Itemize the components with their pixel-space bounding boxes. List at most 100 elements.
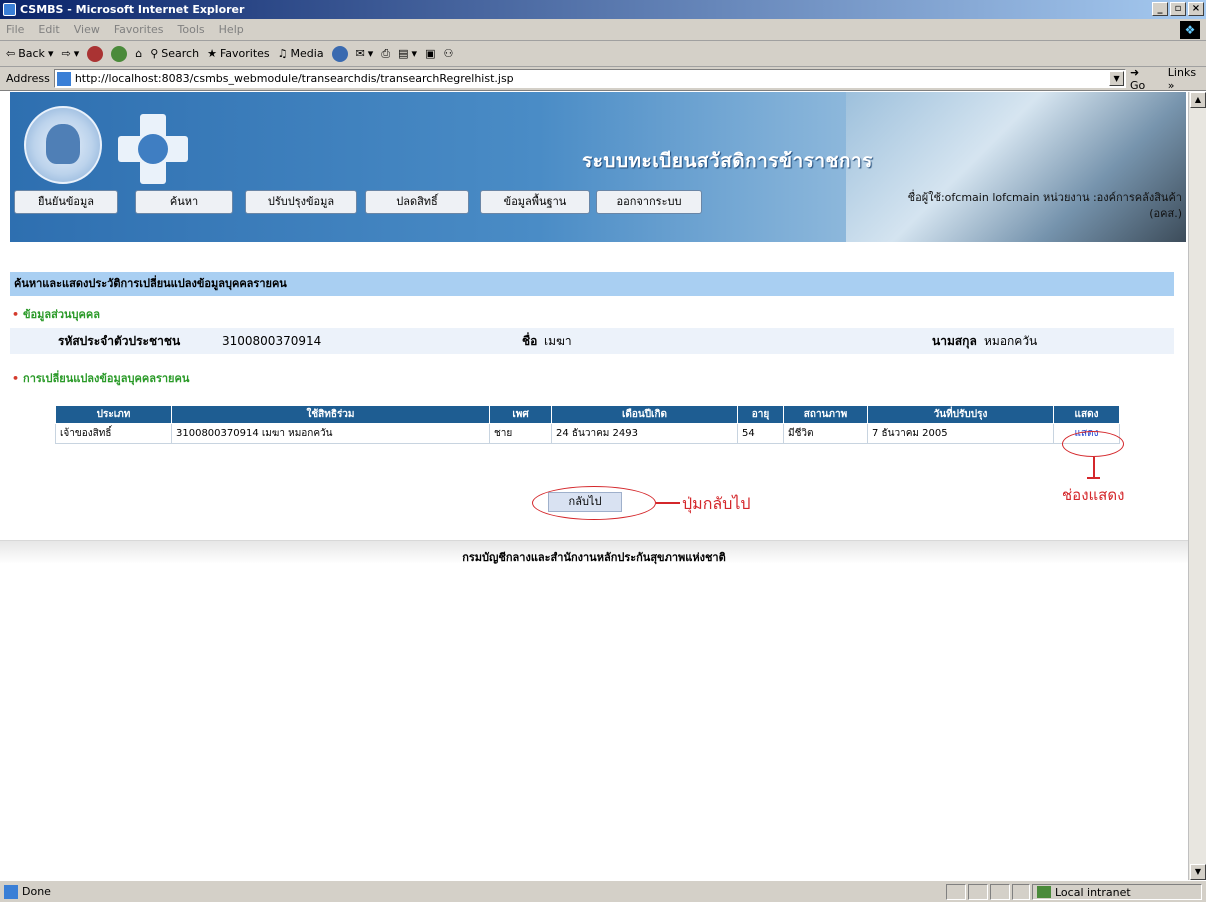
menu-favorites[interactable]: Favorites [114, 23, 164, 36]
nav-update-data[interactable]: ปรับปรุงข้อมูล [245, 190, 357, 214]
col-updated-date: วันที่ปรับปรุง [867, 405, 1054, 424]
status-panel [946, 884, 966, 900]
messenger-icon: ⚇ [443, 47, 454, 60]
table-row: เจ้าของสิทธิ์ 3100800370914 เมฆา หมอกควั… [55, 423, 1120, 444]
scroll-up-icon[interactable]: ▲ [1190, 92, 1206, 108]
forward-button[interactable]: ⇨ ▾ [61, 47, 79, 60]
status-panel [1012, 884, 1030, 900]
first-name-value: เมฆา [544, 334, 572, 348]
ie-app-icon [3, 3, 16, 16]
status-panel [968, 884, 988, 900]
header-banner: ระบบทะเบียนสวัสดิการข้าราชการ ยืนยันข้อม… [10, 92, 1186, 242]
show-annotation-oval [1062, 431, 1124, 457]
address-url: http://localhost:8083/csmbs_webmodule/tr… [74, 72, 514, 85]
security-zone: Local intranet [1032, 884, 1202, 900]
refresh-icon [111, 45, 128, 62]
minimize-button[interactable]: _ [1152, 2, 1168, 16]
address-label: Address [6, 72, 50, 85]
browser-toolbar: ⇦ Back ▾ ⇨ ▾ ⌂ ⚲ Search ★ Favorites ♫ Media … [0, 41, 1206, 67]
history-icon [331, 45, 348, 62]
menu-tools[interactable]: Tools [178, 23, 205, 36]
links-button[interactable]: Links » [1168, 66, 1206, 92]
show-annotation-tick [1087, 477, 1100, 479]
menu-view[interactable]: View [74, 23, 100, 36]
maximize-button[interactable]: ▫ [1170, 2, 1186, 16]
government-seal-logo [24, 106, 102, 184]
main-nav: ยืนยันข้อมูล ค้นหา ปรับปรุงข้อมูล ปลดสิท… [10, 190, 1186, 234]
health-cross-logo [118, 114, 188, 184]
home-button[interactable]: ⌂ [135, 47, 142, 60]
show-annotation-label: ช่องแสดง [1062, 486, 1125, 504]
status-panel [990, 884, 1010, 900]
cell-birth-date: 24 ธันวาคม 2493 [551, 423, 738, 444]
cell-gender: ชาย [489, 423, 552, 444]
go-button[interactable]: ➜ Go [1130, 66, 1158, 92]
cell-updated-date: 7 ธันวาคม 2005 [867, 423, 1054, 444]
print-icon: ⎙ [381, 46, 391, 60]
col-gender: เพศ [489, 405, 552, 424]
back-annotation-line [656, 502, 680, 504]
stop-button[interactable] [87, 45, 104, 62]
status-bar: Done Local intranet [0, 880, 1206, 902]
discuss-icon: ▣ [425, 47, 436, 60]
favorites-button[interactable]: ★ Favorites [207, 47, 270, 60]
col-type: ประเภท [55, 405, 172, 424]
user-info-line2: (อคส.) [1149, 207, 1182, 220]
forward-arrow-icon: ⇨ [61, 47, 71, 60]
back-arrow-icon: ⇦ [6, 47, 16, 60]
section-title-bar: ค้นหาและแสดงประวัติการเปลี่ยนแปลงข้อมูลบ… [10, 272, 1174, 296]
cell-type: เจ้าของสิทธิ์ [55, 423, 172, 444]
history-button[interactable] [331, 45, 348, 62]
citizen-id-label: รหัสประจำตัวประชาชน [58, 334, 181, 348]
discuss-button[interactable]: ▣ [425, 47, 435, 60]
stop-icon [87, 45, 104, 62]
home-icon: ⌂ [135, 47, 143, 60]
citizen-id-value: 3100800370914 [222, 334, 322, 348]
nav-revoke-rights[interactable]: ปลดสิทธิ์ [365, 190, 469, 214]
close-button[interactable]: × [1188, 2, 1204, 16]
changes-heading: • การเปลี่ยนแปลงข้อมูลบุคคลรายคน [12, 372, 190, 385]
mail-button[interactable]: ✉ ▾ [356, 47, 374, 60]
status-text: Done [22, 885, 51, 898]
cell-age: 54 [737, 423, 784, 444]
nav-search[interactable]: ค้นหา [135, 190, 233, 214]
menu-bar: File Edit View Favorites Tools Help ❖ [0, 19, 1206, 41]
footer-text: กรมบัญชีกลางและสำนักงานหลักประกันสุขภาพแ… [462, 551, 726, 564]
bullet-icon: • [12, 372, 20, 385]
media-button[interactable]: ♫ Media [278, 47, 324, 60]
menu-file[interactable]: File [6, 23, 24, 36]
media-icon: ♫ [277, 47, 288, 60]
vertical-scrollbar[interactable]: ▲ ▼ [1188, 92, 1206, 880]
back-button[interactable]: ⇦ Back ▾ [6, 47, 53, 60]
messenger-button[interactable]: ⚇ [443, 47, 453, 60]
menu-edit[interactable]: Edit [38, 23, 59, 36]
nav-basic-data[interactable]: ข้อมูลพื้นฐาน [480, 190, 590, 214]
user-info-line1: ชื่อผู้ใช้:ofcmain lofcmain หน่วยงาน :อง… [907, 191, 1182, 204]
menu-help[interactable]: Help [219, 23, 244, 36]
cell-shared-rights: 3100800370914 เมฆา หมอกควัน [171, 423, 490, 444]
edit-button[interactable]: ▤ ▾ [398, 47, 417, 60]
table-header-row: ประเภท ใช้สิทธิร่วม เพศ เดือนปีเกิด อายุ… [55, 405, 1120, 424]
show-annotation-line [1093, 457, 1095, 477]
personal-info-heading: • ข้อมูลส่วนบุคคล [12, 308, 100, 321]
print-button[interactable]: ⎙ [381, 47, 390, 61]
refresh-button[interactable] [111, 45, 128, 62]
col-birth-date: เดือนปีเกิด [551, 405, 738, 424]
scroll-down-icon[interactable]: ▼ [1190, 864, 1206, 880]
local-intranet-icon [1037, 886, 1051, 898]
cell-status: มีชีวิต [783, 423, 868, 444]
search-icon: ⚲ [150, 47, 159, 60]
nav-confirm-data[interactable]: ยืนยันข้อมูล [14, 190, 118, 214]
col-status: สถานภาพ [783, 405, 868, 424]
address-dropdown-icon[interactable]: ▼ [1109, 71, 1125, 86]
windows-logo-icon: ❖ [1180, 21, 1200, 39]
first-name-label: ชื่อ [522, 334, 538, 348]
surname-label: นามสกุล [932, 334, 977, 348]
window-title: CSMBS - Microsoft Internet Explorer [20, 3, 245, 16]
col-shared-rights: ใช้สิทธิร่วม [171, 405, 490, 424]
mail-icon: ✉ [355, 47, 365, 60]
address-input[interactable]: http://localhost:8083/csmbs_webmodule/tr… [53, 69, 1127, 88]
bullet-icon: • [12, 308, 20, 321]
search-button[interactable]: ⚲ Search [150, 47, 199, 60]
nav-logout[interactable]: ออกจากระบบ [596, 190, 702, 214]
